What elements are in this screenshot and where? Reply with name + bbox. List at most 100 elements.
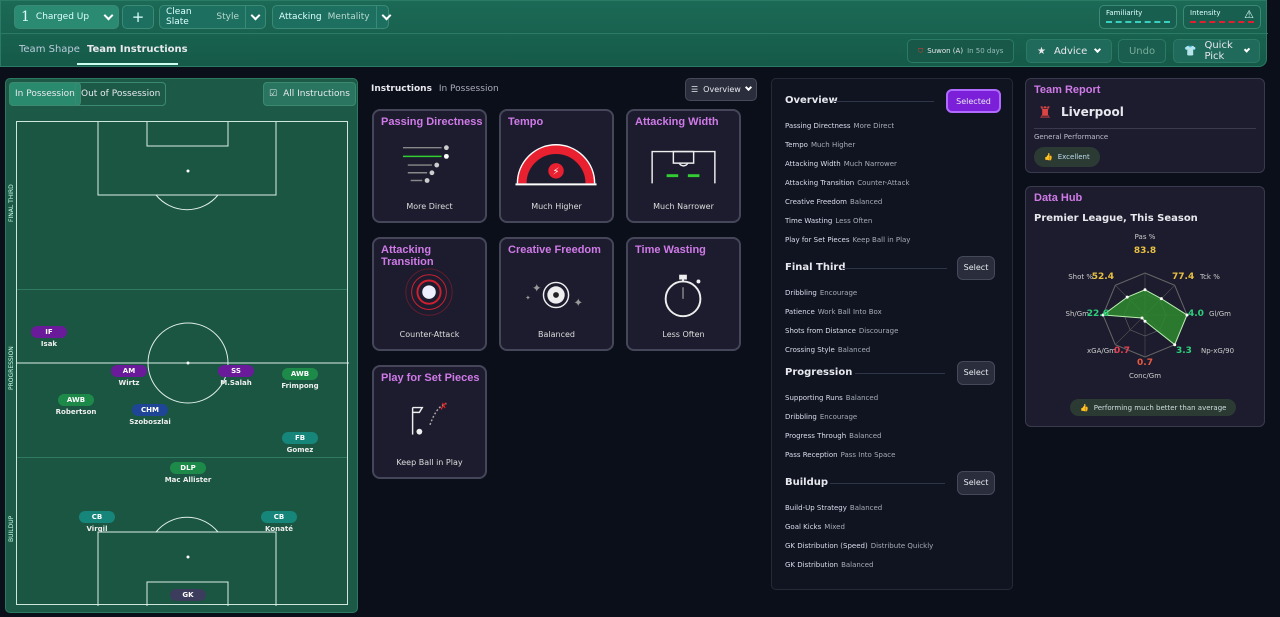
radar-point — [1143, 319, 1147, 323]
intensity-meter[interactable]: Intensity ⚠ — [1183, 5, 1261, 29]
card-value: Much Narrower — [653, 202, 714, 211]
instruction-item[interactable]: Attacking Transition Counter-Attack — [785, 179, 910, 187]
instruction-item[interactable]: GK Distribution Balanced — [785, 561, 873, 569]
player-role: CHM — [132, 404, 168, 416]
player-name: Szoboszlai — [129, 418, 171, 426]
top-bar: 1 Charged Up + Clean Slate Style Attacki… — [0, 0, 1268, 67]
instruction-item[interactable]: GK Distribution (Speed) Distribute Quickl… — [785, 542, 933, 550]
player-token[interactable]: CHM Szoboszlai — [115, 404, 185, 426]
player-name: Konaté — [265, 525, 293, 533]
radar-value-label: 83.8 — [1134, 246, 1156, 256]
mentality-value: Attacking — [279, 12, 322, 22]
player-role: GK — [170, 589, 206, 601]
instruction-item[interactable]: Pass Reception Pass Into Space — [785, 451, 895, 459]
player-token[interactable]: CB Konaté — [244, 511, 314, 533]
radar-axis-label: Pas % — [1135, 233, 1156, 241]
tactic-selector[interactable]: 1 Charged Up — [14, 5, 119, 29]
mentality-label: Mentality — [327, 12, 370, 22]
card-value: Balanced — [538, 330, 575, 339]
instruction-item[interactable]: Build-Up Strategy Balanced — [785, 504, 882, 512]
instruction-item[interactable]: Crossing Style Balanced — [785, 346, 870, 354]
radar-point — [1140, 316, 1144, 320]
instruction-item[interactable]: Dribbling Encourage — [785, 289, 857, 297]
player-token[interactable]: AWB Frimpong — [265, 368, 335, 390]
tab-team-instructions[interactable]: Team Instructions — [87, 44, 188, 55]
player-token[interactable]: FB Gomez — [265, 432, 335, 454]
pitch-markings — [17, 122, 349, 606]
select-button[interactable]: Select — [957, 361, 995, 385]
svg-text:✦: ✦ — [525, 294, 531, 302]
instruction-value: Counter-Attack — [857, 179, 910, 187]
zone-label-final-third: FINAL THIRD — [8, 184, 15, 222]
instruction-item[interactable]: Passing Directness More Direct — [785, 122, 894, 130]
mentality-dropdown[interactable]: Attacking Mentality — [272, 5, 392, 29]
chevron-down-icon — [250, 10, 261, 20]
list-icon: ☰ — [691, 85, 699, 94]
width-goal-icon — [651, 150, 716, 184]
ball-sparkle-icon: ✦✦✦ — [525, 281, 583, 309]
undo-button[interactable]: Undo — [1118, 39, 1166, 63]
player-token[interactable]: SS M.Salah — [201, 365, 271, 387]
instruction-value: Balanced — [841, 561, 874, 569]
radar-value-label: 52.4 — [1092, 272, 1114, 282]
svg-text:⚡: ⚡ — [553, 167, 560, 178]
instruction-item[interactable]: Progress Through Balanced — [785, 432, 882, 440]
select-button[interactable]: Select — [957, 256, 995, 280]
radar-chart: Pas % 83.8 Tck % 77.4 Gl/Gm 4.0 Np-xG/90 3.3 Con… — [1066, 233, 1235, 380]
player-role: CB — [261, 511, 297, 523]
instruction-item[interactable]: Dribbling Encourage — [785, 413, 857, 421]
instruction-item[interactable]: Patience Work Ball Into Box — [785, 308, 882, 316]
instruction-name: Time Wasting — [785, 217, 833, 225]
player-name: Wirtz — [118, 379, 140, 387]
instruction-item[interactable]: Shots from Distance Discourage — [785, 327, 898, 335]
instruction-item[interactable]: Play for Set Pieces Keep Ball in Play — [785, 236, 910, 244]
player-token[interactable]: GK — [153, 589, 223, 601]
instruction-value: Balanced — [849, 432, 882, 440]
add-tactic-button[interactable]: + — [122, 5, 154, 29]
instruction-item[interactable]: Creative Freedom Balanced — [785, 198, 882, 206]
card-attacking-transition[interactable]: Attacking Transition Counter-Attack — [372, 237, 487, 351]
card-time-wasting[interactable]: Time Wasting Less Often — [626, 237, 741, 351]
card-tempo[interactable]: Tempo ⚡ Much Higher — [499, 109, 614, 223]
team-name: Liverpool — [1061, 105, 1124, 119]
player-token[interactable]: DLP Mac Allister — [153, 462, 223, 484]
player-token[interactable]: CB Virgil — [62, 511, 132, 533]
instruction-value: Less Often — [835, 217, 873, 225]
instruction-value: Balanced — [849, 504, 883, 512]
in-possession-toggle[interactable]: In Possession — [9, 82, 81, 106]
performance-badge: 👍 Excellent — [1034, 147, 1100, 167]
instruction-item[interactable]: Attacking Width Much Narrower — [785, 160, 897, 168]
tab-team-shape[interactable]: Team Shape — [19, 44, 80, 55]
instruction-item[interactable]: Goal Kicks Mixed — [785, 523, 845, 531]
section-title: Buildup — [785, 477, 829, 488]
instruction-name: Passing Directness — [785, 122, 851, 130]
tactic-number: 1 — [21, 9, 30, 25]
view-dropdown[interactable]: ☰ Overview — [685, 78, 757, 101]
player-token[interactable]: IF Isak — [14, 326, 84, 348]
instruction-item[interactable]: Time Wasting Less Often — [785, 217, 872, 225]
all-instructions-button[interactable]: ☑ All Instructions — [263, 82, 356, 106]
instruction-name: Tempo — [785, 141, 808, 149]
player-token[interactable]: AM Wirtz — [94, 365, 164, 387]
out-of-possession-toggle[interactable]: Out of Possession — [75, 82, 167, 106]
style-dropdown[interactable]: Clean Slate Style — [159, 5, 266, 29]
quick-pick-button[interactable]: 👕 Quick Pick — [1173, 39, 1260, 63]
card-play-for-set-pieces[interactable]: Play for Set Pieces ✗ Keep Ball in Play — [372, 365, 487, 479]
card-attacking-width[interactable]: Attacking Width Much Narrower — [626, 109, 741, 223]
next-match[interactable]: ⛉ Suwon (A) In 50 days — [907, 39, 1015, 63]
instruction-value: Keep Ball in Play — [852, 236, 911, 244]
player-role: CB — [79, 511, 115, 523]
radar-axis-label: xGA/Gm — [1087, 347, 1116, 355]
advice-button[interactable]: ★ Advice — [1026, 39, 1112, 63]
instruction-item[interactable]: Supporting Runs Balanced — [785, 394, 878, 402]
instruction-item[interactable]: Tempo Much Higher — [785, 141, 855, 149]
card-passing-directness[interactable]: Passing Directness More Direct — [372, 109, 487, 223]
section-title: Final Third — [785, 262, 846, 273]
zone-label-progression: PROGRESSION — [8, 346, 15, 390]
performance-label: General Performance — [1034, 133, 1109, 141]
selected-button[interactable]: Selected — [946, 89, 1001, 113]
familiarity-meter[interactable]: Familiarity — [1099, 5, 1177, 29]
card-creative-freedom[interactable]: Creative Freedom ✦ ✦ ✦ Balanced — [499, 237, 614, 351]
select-button[interactable]: Select — [957, 471, 995, 495]
player-token[interactable]: AWB Robertson — [41, 394, 111, 416]
